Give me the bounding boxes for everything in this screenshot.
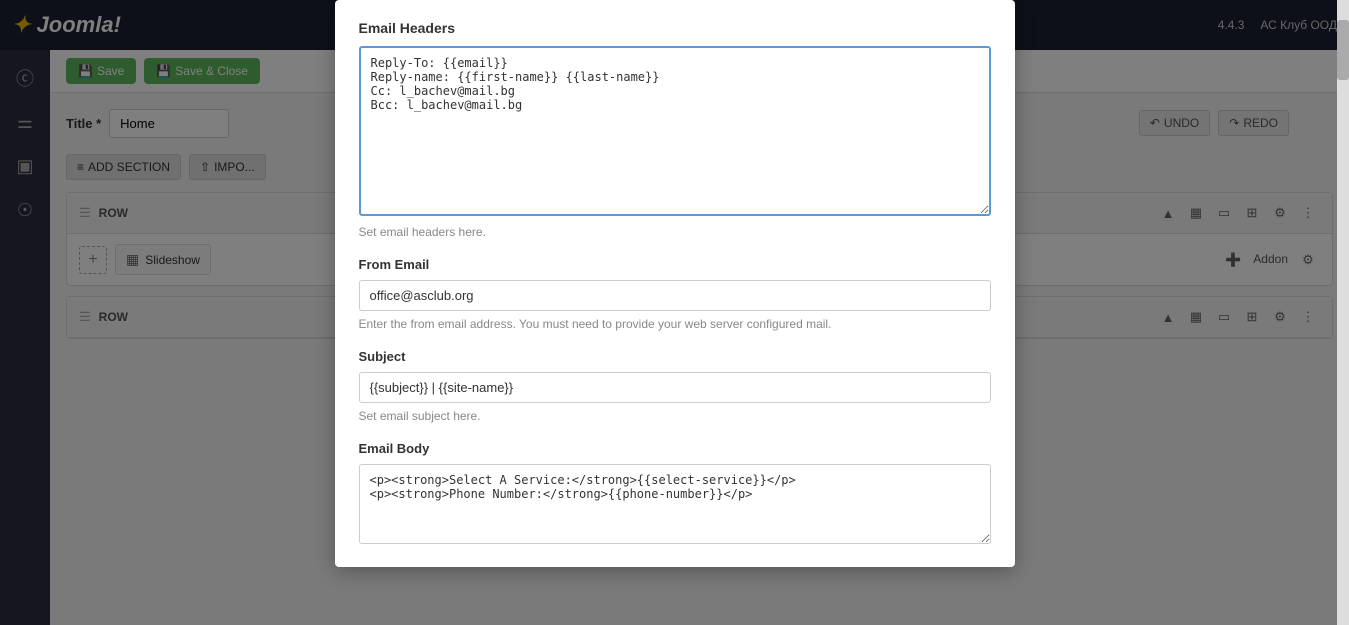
email-headers-title: Email Headers [359, 20, 991, 36]
subject-hint: Set email subject here. [359, 409, 991, 423]
email-headers-textarea[interactable] [359, 46, 991, 216]
from-email-input[interactable] [359, 280, 991, 311]
email-body-label: Email Body [359, 441, 991, 456]
from-email-hint: Enter the from email address. You must n… [359, 317, 991, 331]
scrollbar-track[interactable] [1337, 0, 1349, 625]
subject-label: Subject [359, 349, 991, 364]
modal-dialog: Email Headers Set email headers here. Fr… [335, 0, 1015, 567]
email-headers-hint: Set email headers here. [359, 225, 991, 239]
email-body-textarea[interactable] [359, 464, 991, 544]
scrollbar-thumb[interactable] [1337, 20, 1349, 80]
subject-input[interactable] [359, 372, 991, 403]
modal-overlay[interactable]: Email Headers Set email headers here. Fr… [0, 0, 1349, 625]
from-email-label: From Email [359, 257, 991, 272]
